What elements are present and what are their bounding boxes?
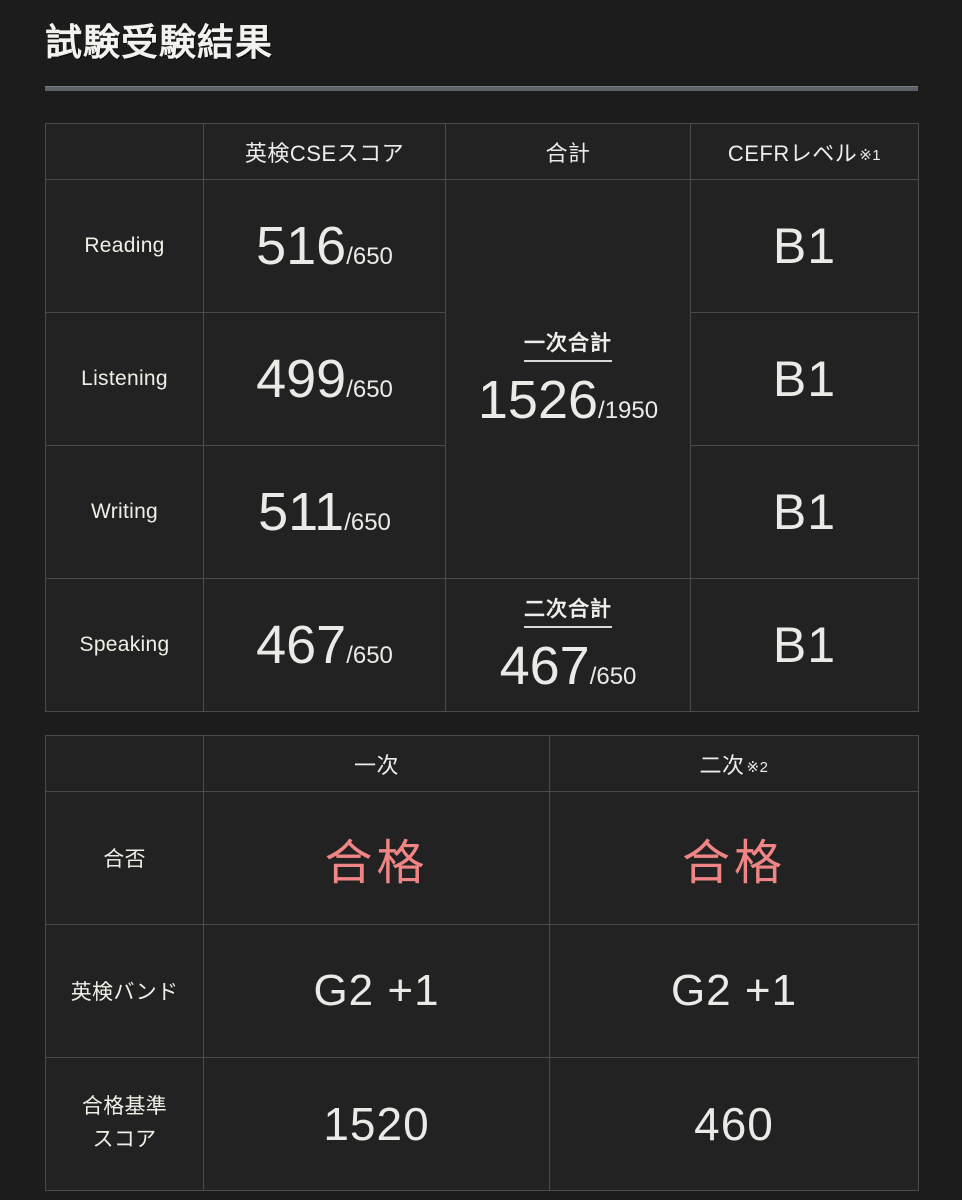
score-value-speaking: 467	[256, 615, 347, 675]
row-label-reading: Reading	[45, 179, 204, 313]
cefr-cell-listening: B1	[690, 312, 919, 446]
row-label-passing-score-line1: 合格基準	[81, 1095, 168, 1119]
row-label-pass-fail: 合否	[45, 791, 204, 925]
header-cse-score: 英検CSEスコア	[203, 123, 446, 180]
total-value-first-stage: 1526	[477, 370, 599, 430]
result-table: 一次 二次 ※2 合否 合格 合格 英検バンド G2 +1 G2 +1 合格基準…	[45, 735, 919, 1191]
total-label-first-stage: 一次合計	[524, 327, 612, 362]
score-table-header-row: 英検CSEスコア 合計 CEFRレベル ※1	[45, 123, 919, 180]
total-cell-first-stage: 一次合計 1526/1950	[445, 179, 691, 579]
row-label-writing: Writing	[45, 445, 204, 579]
score-value-writing: 511	[258, 482, 345, 542]
score-denominator-writing: /650	[344, 509, 391, 536]
total-denominator-first-stage: /1950	[598, 397, 659, 424]
score-cell-reading: 516/650	[203, 179, 446, 313]
total-label-second-stage: 二次合計	[524, 593, 612, 628]
verdict-first-stage: 合格	[203, 791, 550, 925]
verdict-second-stage: 合格	[549, 791, 919, 925]
title-divider	[45, 86, 918, 91]
cutoff-first-stage: 1520	[203, 1057, 550, 1191]
score-table: 英検CSEスコア 合計 CEFRレベル ※1 Reading 516/650 一次…	[45, 123, 919, 712]
cefr-cell-speaking: B1	[690, 578, 919, 712]
header-cefr-level: CEFRレベル ※1	[690, 123, 919, 180]
band-first-stage: G2 +1	[203, 924, 550, 1058]
table-row: 合否 合格 合格	[45, 791, 919, 925]
header-second-stage-footnote-marker: ※2	[746, 758, 769, 776]
total-denominator-second-stage: /650	[589, 663, 637, 690]
table-row: Reading 516/650 一次合計 1526/1950 B1	[45, 179, 919, 579]
header-second-stage-label: 二次	[699, 752, 745, 778]
cutoff-second-stage: 460	[549, 1057, 919, 1191]
score-cell-listening: 499/650	[203, 312, 446, 446]
score-table-corner-cell	[45, 123, 204, 180]
table-row: 英検バンド G2 +1 G2 +1	[45, 924, 919, 1058]
table-row: Speaking 467/650 二次合計 467/650 B1	[45, 578, 919, 712]
header-total: 合計	[445, 123, 691, 180]
total-value-second-stage-wrap: 467/650	[446, 635, 690, 697]
cefr-cell-reading: B1	[690, 179, 919, 313]
row-label-passing-score: 合格基準 スコア	[45, 1057, 204, 1191]
row-label-passing-score-line2: スコア	[92, 1128, 157, 1151]
exam-result-page: 試験受験結果 英検CSEスコア 合計 CEFRレベル ※1 Reading 516…	[0, 0, 962, 1200]
score-denominator-reading: /650	[346, 243, 393, 270]
band-second-stage: G2 +1	[549, 924, 919, 1058]
score-denominator-speaking: /650	[346, 642, 393, 669]
page-title: 試験受験結果	[45, 22, 273, 63]
header-cefr-footnote-marker: ※1	[859, 146, 882, 164]
score-cell-writing: 511/650	[203, 445, 446, 579]
row-label-listening: Listening	[45, 312, 204, 446]
table-row: 合格基準 スコア 1520 460	[45, 1057, 919, 1191]
cefr-cell-writing: B1	[690, 445, 919, 579]
total-value-second-stage: 467	[499, 636, 590, 696]
header-cefr-label: CEFRレベル	[727, 140, 858, 166]
result-table-header-row: 一次 二次 ※2	[45, 735, 919, 792]
result-table-corner-cell	[45, 735, 204, 792]
row-label-speaking: Speaking	[45, 578, 204, 712]
score-cell-speaking: 467/650	[203, 578, 446, 712]
row-label-eiken-band: 英検バンド	[45, 924, 204, 1058]
score-value-listening: 499	[256, 349, 347, 409]
header-first-stage: 一次	[203, 735, 550, 792]
score-denominator-listening: /650	[346, 376, 393, 403]
score-value-reading: 516	[256, 216, 347, 276]
total-cell-second-stage: 二次合計 467/650	[445, 578, 691, 712]
header-second-stage: 二次 ※2	[549, 735, 919, 792]
total-value-first-stage-wrap: 1526/1950	[446, 369, 690, 431]
